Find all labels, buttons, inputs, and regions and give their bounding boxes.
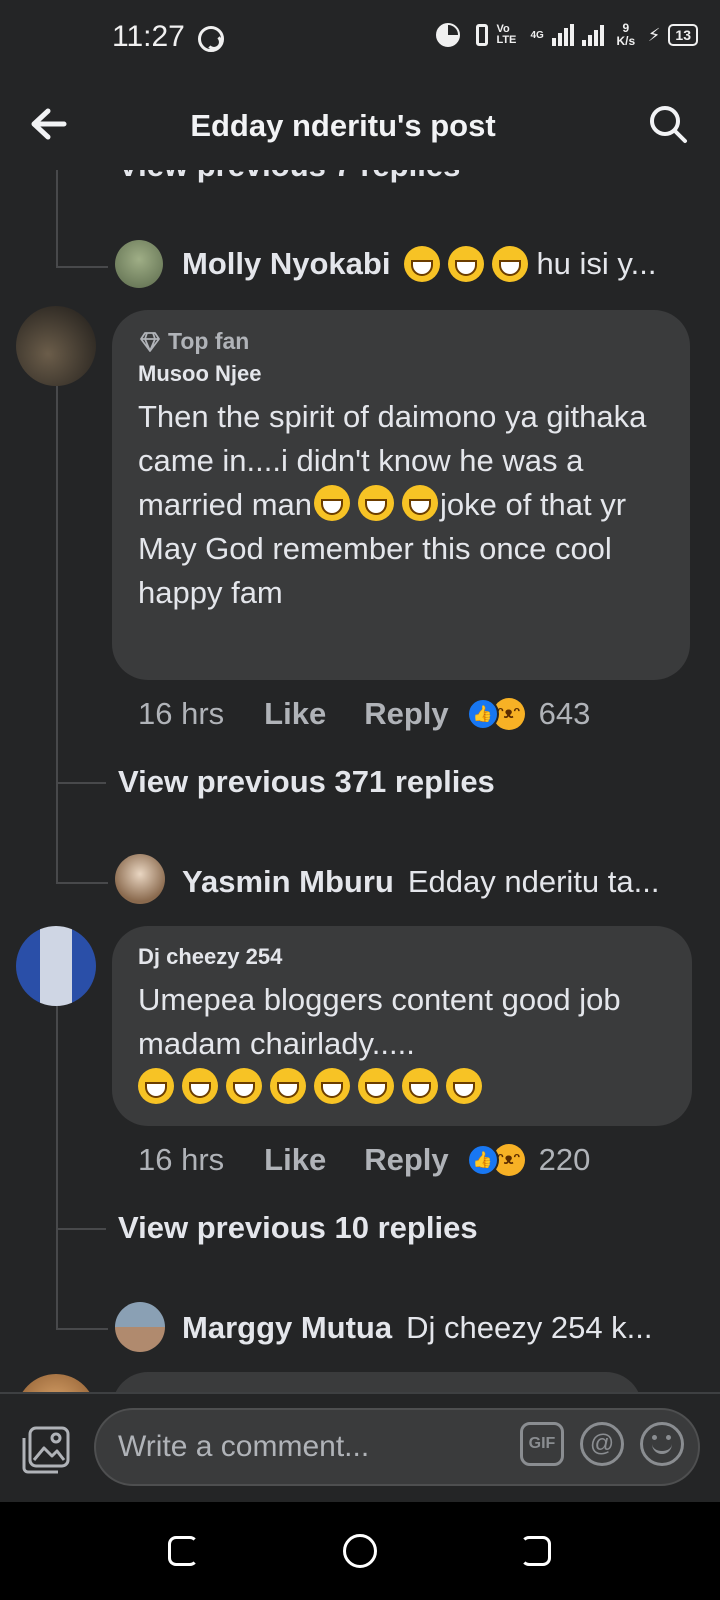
joy-emoji-icon	[448, 246, 485, 282]
reply-preview[interactable]: Molly Nyokabi hu isi y...	[182, 246, 656, 282]
status-time: 11:27	[112, 20, 185, 53]
thread-line	[56, 170, 58, 266]
comment-actions: 16 hrs Like Reply 👍 ᵔᴥᵔ 643	[138, 696, 590, 732]
comment-actions: 16 hrs Like Reply 👍 ᵔᴥᵔ 220	[138, 1142, 590, 1178]
thread-line	[56, 266, 108, 268]
like-button[interactable]: Like	[264, 696, 326, 732]
reply-text: Edday nderitu ta...	[407, 864, 660, 899]
reaction-count[interactable]: 643	[539, 696, 591, 732]
comment-text: Then the spirit of daimono ya githaka ca…	[138, 399, 647, 610]
grin-emoji-icon	[314, 1068, 350, 1104]
signal-2-icon	[581, 24, 604, 46]
reply-author[interactable]: Yasmin Mburu	[182, 864, 394, 900]
reply-button[interactable]: Reply	[364, 696, 448, 732]
gif-icon[interactable]: GIF	[520, 1422, 564, 1466]
grin-emoji-icon	[446, 1068, 482, 1104]
thread-line	[56, 1006, 58, 1328]
joy-emoji-icon	[404, 246, 441, 282]
reply-text: Dj cheezy 254 k...	[406, 1310, 653, 1345]
data-saver-icon	[436, 23, 461, 47]
signal-icon	[551, 24, 574, 46]
mention-icon[interactable]: @	[580, 1422, 624, 1466]
comment-composer: Write a comment... GIF @	[0, 1392, 720, 1502]
rofl-emoji-icon	[358, 485, 394, 521]
status-icons: Vo LTE 4G 9 K/s ⚡ 13	[436, 22, 698, 48]
reply-text: hu isi y...	[536, 246, 657, 281]
whatsapp-icon	[198, 26, 224, 52]
avatar[interactable]	[115, 1302, 165, 1352]
reply-button[interactable]: Reply	[364, 1142, 448, 1178]
thread-line	[56, 1228, 106, 1230]
comment-placeholder: Write a comment...	[118, 1430, 370, 1463]
post-header: Edday nderitu's post	[0, 80, 720, 170]
reply-preview[interactable]: Marggy Mutua Dj cheezy 254 k...	[182, 1310, 653, 1346]
like-button[interactable]: Like	[264, 1142, 326, 1178]
rofl-emoji-icon	[402, 485, 438, 521]
grin-emoji-icon	[226, 1068, 262, 1104]
view-previous-replies[interactable]: View previous 10 replies	[118, 1210, 478, 1246]
avatar[interactable]	[115, 854, 165, 904]
grin-emoji-icon	[358, 1068, 394, 1104]
diamond-icon	[140, 331, 160, 352]
comment-time[interactable]: 16 hrs	[138, 696, 224, 732]
reply-preview[interactable]: Yasmin Mburu Edday nderitu ta...	[182, 864, 659, 900]
thread-line	[56, 882, 108, 884]
grin-emoji-icon	[402, 1068, 438, 1104]
reaction-count[interactable]: 220	[539, 1142, 591, 1178]
comment-time[interactable]: 16 hrs	[138, 1142, 224, 1178]
grin-emoji-icon	[138, 1068, 174, 1104]
reply-author[interactable]: Molly Nyokabi	[182, 246, 390, 282]
battery-level: 13	[668, 24, 698, 46]
thread-line	[56, 386, 58, 884]
vibrate-icon	[476, 24, 489, 46]
nav-recents-icon[interactable]	[521, 1536, 551, 1566]
view-previous-replies[interactable]: View previous 371 replies	[118, 764, 495, 800]
grin-emoji-icon	[270, 1068, 306, 1104]
nav-back-icon[interactable]	[168, 1536, 198, 1566]
comment-author[interactable]: Dj cheezy 254	[138, 944, 666, 970]
joy-emoji-icon	[492, 246, 529, 282]
reaction-summary[interactable]: 👍 ᵔᴥᵔ	[466, 1144, 525, 1176]
comment-bubble: Dj cheezy 254 Umepea bloggers content go…	[112, 926, 692, 1126]
avatar[interactable]	[16, 926, 96, 1006]
search-icon[interactable]	[648, 104, 688, 144]
network-speed: 9 K/s	[616, 21, 636, 48]
comment-bubble: Top fan Musoo Njee Then the spirit of da…	[112, 310, 690, 680]
comment-author[interactable]: Musoo Njee	[138, 361, 664, 387]
photo-icon[interactable]	[20, 1424, 72, 1474]
avatar[interactable]	[115, 240, 163, 288]
comment-text: Umepea bloggers content good job madam c…	[138, 978, 666, 1110]
thread-line	[56, 782, 106, 784]
grin-emoji-icon	[182, 1068, 218, 1104]
charging-icon: ⚡	[647, 24, 661, 45]
volte-label: Vo LTE	[496, 23, 517, 46]
emoji-icon[interactable]	[640, 1422, 684, 1466]
comment-input[interactable]: Write a comment... GIF @	[94, 1408, 700, 1486]
thread-line	[56, 1328, 108, 1330]
top-fan-badge: Top fan	[138, 328, 664, 355]
reaction-summary[interactable]: 👍 ᵔᴥᵔ	[466, 698, 525, 730]
input-icons: GIF @	[520, 1422, 684, 1466]
rofl-emoji-icon	[314, 485, 350, 521]
status-bar: 11:27 Vo LTE 4G 9 K/s ⚡ 13	[0, 0, 720, 80]
system-nav-bar	[0, 1502, 720, 1600]
like-reaction-icon: 👍	[466, 1144, 499, 1176]
network-gen: 4G	[530, 29, 544, 41]
nav-home-icon[interactable]	[343, 1534, 377, 1568]
avatar[interactable]	[16, 306, 96, 386]
page-title: Edday nderitu's post	[190, 108, 496, 143]
like-reaction-icon: 👍	[466, 698, 499, 730]
reply-author[interactable]: Marggy Mutua	[182, 1310, 392, 1346]
